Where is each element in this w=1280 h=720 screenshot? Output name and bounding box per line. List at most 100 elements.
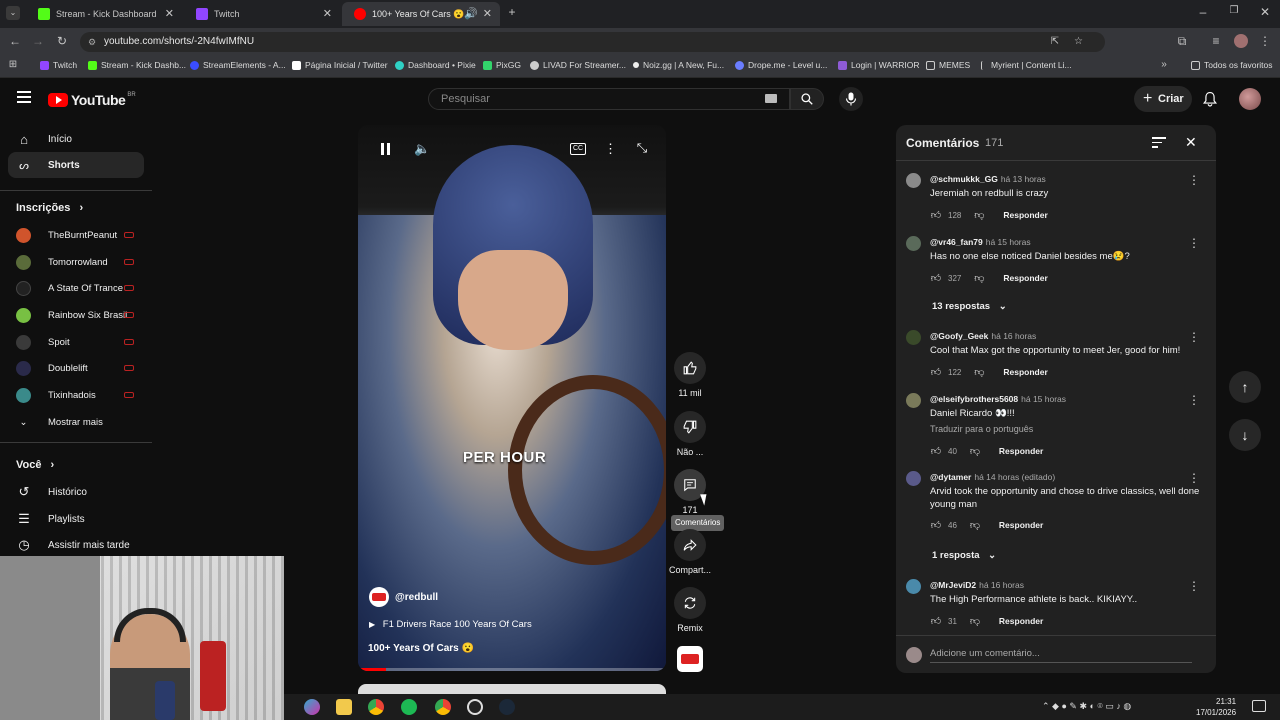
- steam-icon[interactable]: [499, 699, 515, 715]
- minimize-icon[interactable]: –: [1196, 5, 1210, 19]
- voice-search-button[interactable]: [839, 87, 863, 111]
- like-icon[interactable]: 👍︎: [930, 209, 942, 221]
- system-clock[interactable]: 21:31 17/01/2026: [1196, 696, 1236, 718]
- sort-icon[interactable]: [1152, 137, 1166, 148]
- like-icon[interactable]: 👍︎: [930, 445, 942, 457]
- dislike-button[interactable]: Não ...: [674, 411, 706, 457]
- hamburger-menu-icon[interactable]: [17, 91, 31, 105]
- subscription-item[interactable]: Tomorrowland: [16, 251, 146, 273]
- tab-search-icon[interactable]: ⌄: [6, 6, 20, 20]
- dislike-icon[interactable]: 👎︎: [973, 209, 985, 221]
- bookmark-myrient[interactable]: Myrient | Content Li...: [981, 60, 1072, 70]
- profile-avatar-icon[interactable]: [1234, 34, 1248, 48]
- tab-audio-icon[interactable]: 🔊: [464, 7, 478, 20]
- translate-link[interactable]: Traduzir para o português: [930, 424, 1033, 434]
- previous-short-button[interactable]: ↑: [1229, 371, 1261, 403]
- dislike-icon[interactable]: 👎︎: [973, 272, 985, 284]
- create-button[interactable]: + Criar: [1134, 86, 1192, 112]
- volume-icon[interactable]: 🔈: [414, 141, 430, 157]
- fullscreen-icon[interactable]: ⤡: [635, 140, 649, 156]
- next-short-button[interactable]: ↓: [1229, 419, 1261, 451]
- more-bookmarks-icon[interactable]: »: [1158, 59, 1170, 70]
- bookmark-twitter[interactable]: Página Inicial / Twitter: [292, 60, 388, 70]
- sidebar-item-shorts[interactable]: ᔕ Shorts: [8, 152, 144, 178]
- reply-button[interactable]: Responder: [1003, 210, 1047, 220]
- comment-more-icon[interactable]: ⋮: [1188, 173, 1200, 187]
- dislike-icon[interactable]: 👎︎: [969, 519, 981, 531]
- close-window-icon[interactable]: ✕: [1258, 5, 1272, 19]
- add-comment-input[interactable]: Adicione um comentário...: [930, 648, 1192, 663]
- more-options-icon[interactable]: ⋮: [604, 141, 617, 157]
- account-avatar[interactable]: [1239, 88, 1261, 110]
- subscription-item[interactable]: TheBurntPeanut: [16, 224, 146, 246]
- like-icon[interactable]: 👍︎: [930, 272, 942, 284]
- bookmark-star-icon[interactable]: ☆: [1074, 32, 1083, 52]
- remix-button[interactable]: Remix: [674, 587, 706, 633]
- subscription-item[interactable]: Tixinhadois: [16, 384, 146, 406]
- forward-icon[interactable]: →: [31, 34, 45, 48]
- comment-more-icon[interactable]: ⋮: [1188, 330, 1200, 344]
- captions-icon[interactable]: CC: [570, 143, 586, 155]
- keyboard-icon[interactable]: [765, 94, 777, 103]
- like-icon[interactable]: 👍︎: [930, 519, 942, 531]
- site-info-icon[interactable]: ⚙: [88, 32, 96, 52]
- sidebar-item-history[interactable]: ↺ Histórico: [8, 479, 144, 505]
- bookmark-warrior[interactable]: Login | WARRIOR: [838, 60, 920, 70]
- subscription-item[interactable]: Spoit: [16, 331, 146, 353]
- new-tab-icon[interactable]: +: [505, 5, 519, 19]
- media-controls-icon[interactable]: ≡: [1209, 34, 1223, 48]
- browser-menu-icon[interactable]: ⋮: [1259, 34, 1271, 48]
- bookmark-noiz[interactable]: Noiz.gg | A New, Fu...: [633, 60, 724, 70]
- show-replies-button[interactable]: 13 respostas ⌄: [932, 301, 1007, 312]
- reload-icon[interactable]: ↻: [55, 34, 69, 48]
- comment-author[interactable]: @elseifybrothers5608 há 15 horas: [930, 394, 1066, 404]
- tab-twitch[interactable]: Twitch ✕: [184, 2, 340, 26]
- like-icon[interactable]: 👍︎: [930, 615, 942, 627]
- tab-kick-dashboard[interactable]: Stream - Kick Dashboard ✕: [26, 2, 182, 26]
- like-button[interactable]: 11 mil: [674, 352, 706, 398]
- all-bookmarks[interactable]: Todos os favoritos: [1191, 60, 1273, 70]
- youtube-logo[interactable]: YouTube BR: [48, 91, 136, 109]
- bookmark-pixie[interactable]: Dashboard • Pixie: [395, 60, 476, 70]
- bookmark-twitch[interactable]: Twitch: [40, 60, 77, 70]
- comment-author[interactable]: @dytamer há 14 horas (editado): [930, 472, 1055, 482]
- bookmark-drope[interactable]: Drope.me - Level u...: [735, 60, 827, 70]
- reply-button[interactable]: Responder: [999, 520, 1043, 530]
- comment-author[interactable]: @schmukkk_GG há 13 horas: [930, 174, 1046, 184]
- comment-more-icon[interactable]: ⋮: [1188, 393, 1200, 407]
- close-tab-icon[interactable]: ✕: [323, 7, 332, 20]
- like-icon[interactable]: 👍︎: [930, 366, 942, 378]
- show-replies-button[interactable]: 1 resposta ⌄: [932, 550, 996, 561]
- commenter-avatar[interactable]: [906, 471, 921, 486]
- file-explorer-icon[interactable]: [336, 699, 352, 715]
- bookmark-streamelements[interactable]: StreamElements - A...: [190, 60, 286, 70]
- subscriptions-heading[interactable]: Inscrições ›: [16, 202, 83, 214]
- dislike-icon[interactable]: 👎︎: [969, 445, 981, 457]
- bookmark-livad[interactable]: LIVAD For Streamer...: [530, 60, 626, 70]
- close-tab-icon[interactable]: ✕: [483, 7, 492, 20]
- reply-button[interactable]: Responder: [999, 616, 1043, 626]
- commenter-avatar[interactable]: [906, 579, 921, 594]
- obs-icon[interactable]: [467, 699, 483, 715]
- comment-more-icon[interactable]: ⋮: [1188, 471, 1200, 485]
- notifications-icon[interactable]: [1252, 700, 1266, 712]
- close-tab-icon[interactable]: ✕: [165, 7, 174, 20]
- tab-youtube-shorts[interactable]: 100+ Years Of Cars 😮 - Yo 🔊 ✕: [342, 2, 500, 26]
- show-more-button[interactable]: ⌄ Mostrar mais: [16, 411, 146, 433]
- reply-button[interactable]: Responder: [1003, 367, 1047, 377]
- sound-thumbnail[interactable]: [677, 646, 703, 672]
- bookmark-kick[interactable]: Stream - Kick Dashb...: [88, 60, 186, 70]
- sound-link[interactable]: ▶ F1 Drivers Race 100 Years Of Cars: [369, 619, 532, 630]
- sidebar-item-home[interactable]: ⌂ Início: [8, 126, 144, 152]
- reply-button[interactable]: Responder: [999, 446, 1043, 456]
- pause-icon[interactable]: [378, 143, 392, 157]
- comment-more-icon[interactable]: ⋮: [1188, 579, 1200, 593]
- comment-author[interactable]: @Goofy_Geek há 16 horas: [930, 331, 1036, 341]
- sidebar-item-playlists[interactable]: ☰ Playlists: [8, 506, 144, 532]
- dislike-icon[interactable]: 👎︎: [969, 615, 981, 627]
- chrome-icon[interactable]: [368, 699, 384, 715]
- extensions-icon[interactable]: ⧉: [1175, 34, 1189, 49]
- restore-icon[interactable]: ❐: [1227, 5, 1241, 16]
- notifications-bell-icon[interactable]: [1203, 91, 1217, 112]
- subscription-item[interactable]: Doublelift: [16, 357, 146, 379]
